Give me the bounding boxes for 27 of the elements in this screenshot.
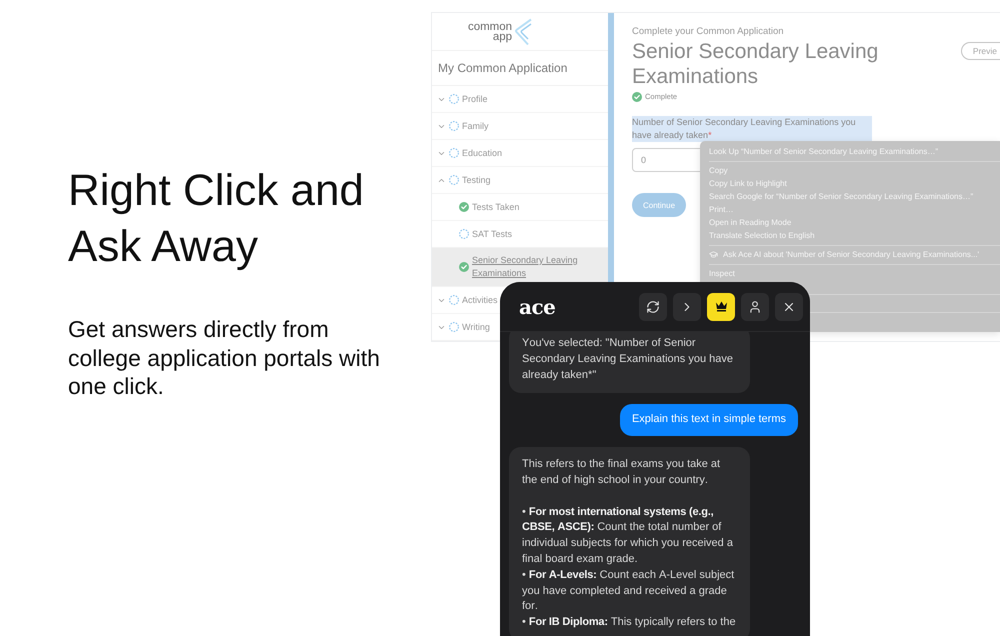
logo-text: app bbox=[492, 32, 512, 42]
bullet-item: • For A-Levels: Count each A-Level subject you have completed and received a grade for. bbox=[522, 568, 736, 614]
crown-button[interactable] bbox=[707, 292, 735, 320]
refresh-button[interactable] bbox=[639, 292, 667, 320]
preview-button[interactable]: Previe bbox=[960, 42, 1000, 60]
graduation-cap-icon bbox=[709, 250, 718, 259]
account-button[interactable] bbox=[741, 292, 769, 320]
hero-subtitle: Get answers directly from college application portals with one click. bbox=[68, 315, 381, 400]
crown-icon bbox=[714, 301, 728, 312]
user-icon bbox=[748, 300, 762, 314]
message-text: You've selected: "Number of Senior Secondary Leaving Examinations you have already taken*" bbox=[522, 336, 734, 383]
hero-title: Right Click and Ask Away bbox=[68, 165, 365, 273]
sidebar-item[interactable]: Senior Secondary Leaving Examinations bbox=[432, 248, 608, 287]
sidebar-item[interactable]: Tests Taken bbox=[432, 194, 608, 221]
ribbon-icon bbox=[513, 18, 532, 46]
message-text: This refers to the final exams you take at the end of high school in your country. bbox=[522, 457, 722, 488]
bullet-item: • For IB Diploma: This typically refers to the bbox=[522, 615, 737, 630]
page-kicker: Complete your Common Application bbox=[632, 26, 784, 38]
logo-text: common bbox=[468, 22, 512, 32]
message-text: Explain this text in simple terms bbox=[632, 412, 786, 428]
close-button[interactable] bbox=[775, 292, 803, 320]
bullet-item: • For most international systems (e.g., CBSE, ASCE): Count the total number of individual subjects for which you received a final board exam grade. bbox=[522, 504, 734, 567]
continue-button[interactable]: Continue bbox=[632, 193, 686, 217]
ace-logo: ace bbox=[519, 294, 556, 318]
refresh-icon bbox=[646, 300, 660, 314]
page-title: Senior Secondary Leaving Examinations bbox=[632, 39, 880, 89]
question-label: Number of Senior Secondary Leaving Examinations you have already taken* bbox=[632, 116, 872, 142]
